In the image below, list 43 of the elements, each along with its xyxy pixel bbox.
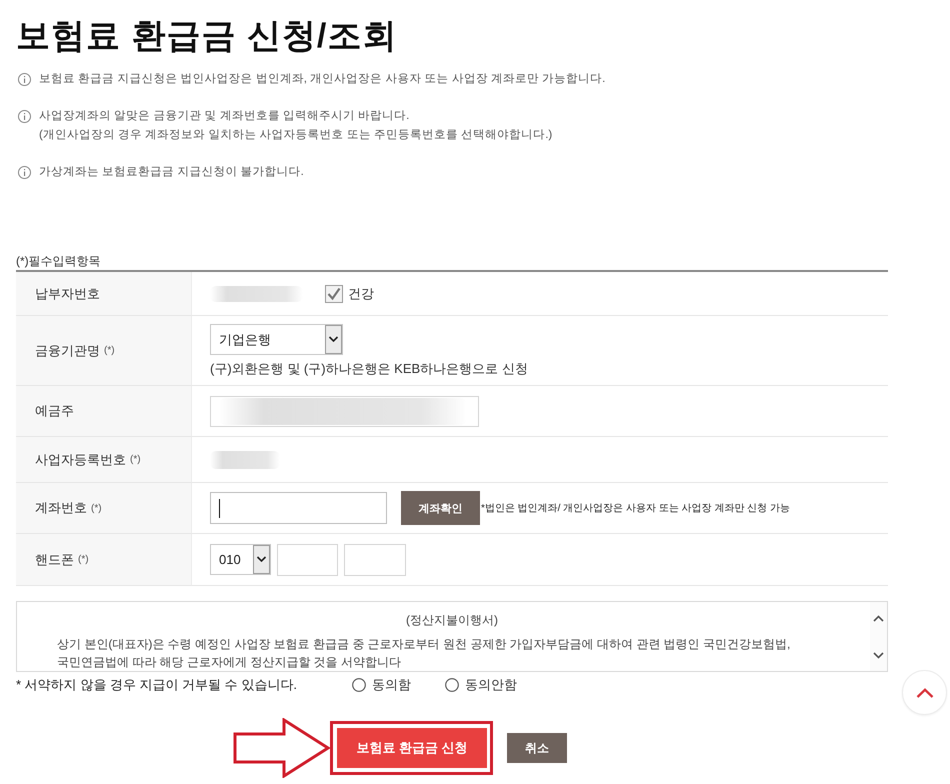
agreement-title: (정산지불이행서) (405, 612, 499, 629)
cancel-button[interactable]: 취소 (507, 733, 567, 763)
account-hint-text: *법인은 법인계좌/ 개인사업장은 사용자 또는 사업장 계좌만 신청 가능 (481, 502, 790, 515)
chevron-up-icon (916, 688, 934, 698)
phone-number-field[interactable] (344, 544, 406, 576)
notice-text: (개인사업장의 경우 계좌정보와 일치하는 사업자등록번호 또는 주민등록번호를 선택해야합니다.) (39, 128, 552, 143)
field-label: 금융기관명 (35, 342, 100, 360)
page-title: 보험료 환급금 신청/조회 (16, 16, 398, 56)
scroll-to-top-button[interactable] (902, 670, 947, 715)
field-label: 핸드폰 (35, 550, 74, 568)
area-code-select[interactable]: 010 (210, 544, 271, 575)
info-icon (18, 73, 31, 86)
info-icon (18, 110, 31, 123)
account-verify-button[interactable]: 계좌확인 (401, 491, 480, 525)
agreement-textarea[interactable]: (정산지불이행서) 상기 본인(대표자)은 수령 예정인 사업장 보험료 환급금 중 근로자로부터 원천 공제한 가입자부담금에 대하여 관련 법령인 국민건강보험법, 국민연금법에 따라 해당 근로자에게 정산지급할 것을 서약합니다 (16, 601, 888, 672)
notice-text: 보험료 환급금 지급신청은 법인사업장은 법인계좌, 개인사업장은 사용자 또는 사업장 계좌로만 가능합니다. (39, 72, 606, 87)
field-label: 납부자번호 (35, 284, 100, 302)
radio-option[interactable]: 동의함 (352, 676, 411, 694)
text-cursor-icon (219, 498, 220, 518)
required-mark: (*) (130, 454, 141, 465)
bank-select[interactable]: 기업은행 (210, 324, 343, 355)
notice-text: 사업장계좌의 알맞은 금융기관 및 계좌번호를 입력해주시기 바랍니다. (39, 109, 410, 124)
account-number-field[interactable] (210, 492, 387, 524)
phone-number-field[interactable] (277, 544, 338, 576)
account-holder-field[interactable] (210, 396, 479, 426)
required-fields-note: (*)필수입력항목 (16, 253, 102, 269)
scrollbar[interactable] (870, 602, 887, 671)
field-label: 사업자등록번호 (35, 450, 126, 468)
checkbox-option[interactable]: 건강 (325, 284, 374, 302)
radio-option[interactable]: 동의안함 (445, 676, 517, 694)
agreement-text: 상기 본인(대표자)은 수령 예정인 사업장 보험료 환급금 중 근로자로부터 원천 공제한 가입자부담금에 대하여 관련 법령인 국민건강보험법, 국민연금법에 따라 해당 근로자에게 정산지급할 것을 서약합니다 (57, 636, 792, 671)
required-mark: (*) (104, 345, 115, 356)
field-label: 계좌번호 (35, 499, 87, 517)
bank-hint-text: (구)외환은행 및 (구)하나은행은 KEB하나은행으로 신청 (210, 361, 528, 377)
field-label: 예금주 (35, 402, 74, 420)
apply-refund-button[interactable]: 보험료 환급금 신청 (337, 728, 487, 768)
notice-text: 가상계좌는 보험료환급금 지급신청이 불가합니다. (39, 165, 304, 180)
chevron-down-icon[interactable] (873, 652, 884, 659)
info-icon (18, 166, 31, 179)
chevron-up-icon[interactable] (873, 615, 884, 622)
required-mark: (*) (78, 554, 89, 565)
required-mark: (*) (91, 502, 102, 514)
warning-text: * 서약하지 않을 경우 지급이 거부될 수 있습니다. (16, 676, 298, 694)
